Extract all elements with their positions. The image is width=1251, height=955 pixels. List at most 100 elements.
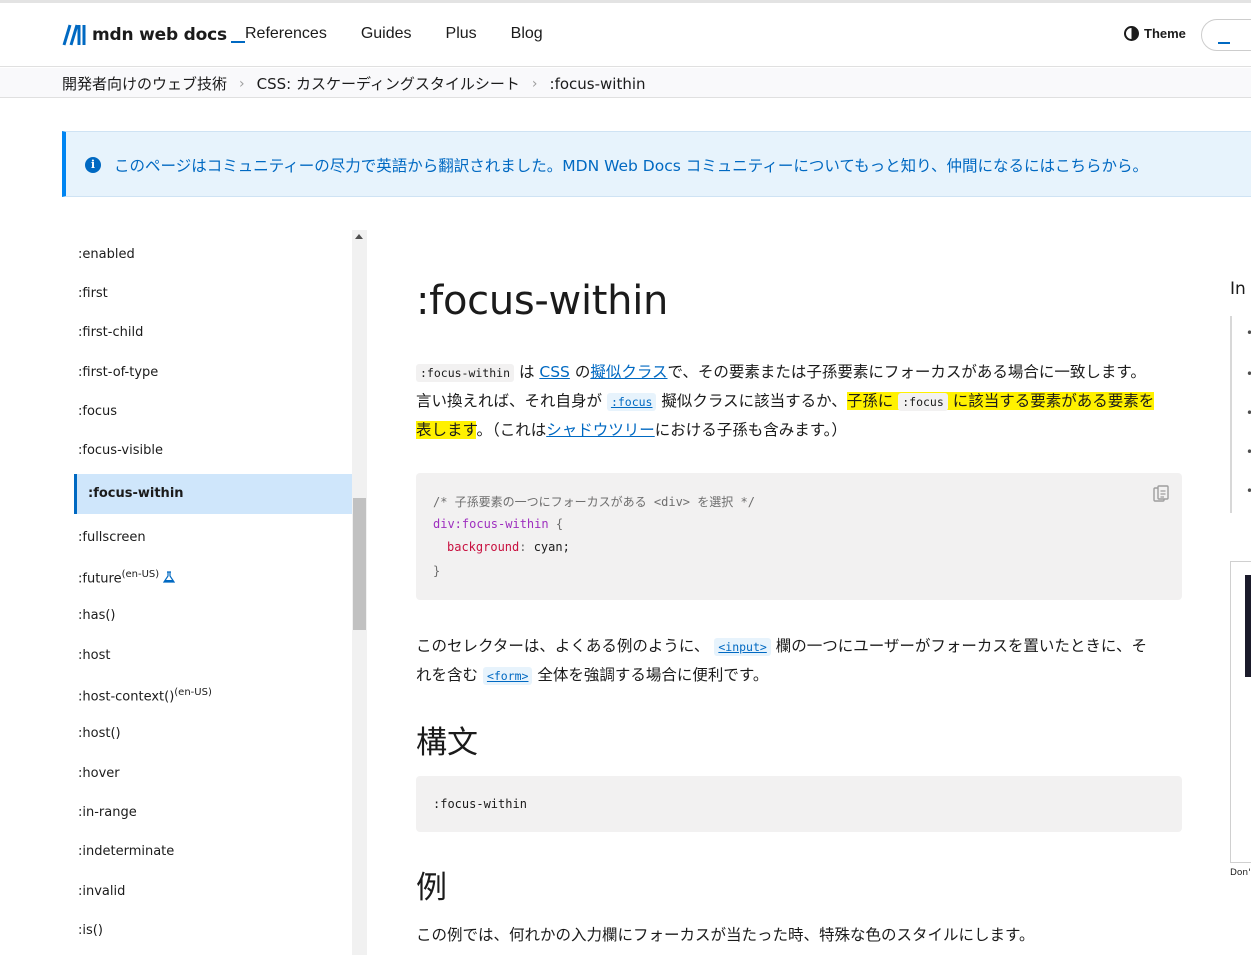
syntax-code: :focus-within — [433, 797, 527, 811]
text: 全体を強調する場合に便利です。 — [532, 666, 769, 684]
text: 子孫に — [846, 392, 899, 410]
text: 擬似クラスに該当するか、 — [656, 392, 847, 410]
sidebar-item-host[interactable]: :host — [78, 648, 110, 663]
sidebar-item-indeterminate[interactable]: :indeterminate — [78, 844, 174, 859]
scroll-up-arrow-icon[interactable] — [355, 234, 363, 239]
sidebar-item-focus-within[interactable]: :focus-within — [74, 474, 352, 514]
ad-footer-text: Don' — [1230, 868, 1251, 878]
translation-notice-banner: i このページはコミュニティーの尽力で英語から翻訳されました。MDN Web D… — [62, 131, 1251, 197]
sidebar-scrollbar[interactable] — [352, 230, 367, 955]
breadcrumb-web-tech[interactable]: 開発者向けのウェブ技術 — [62, 73, 227, 94]
intro-paragraph: :focus-within は CSS の擬似クラスで、その要素または子孫要素に… — [416, 358, 1186, 444]
ad-image — [1245, 575, 1251, 677]
toc-item[interactable]: • — [1246, 445, 1251, 459]
side-ad-frame[interactable] — [1230, 561, 1251, 863]
pseudo-class-link[interactable]: 擬似クラス — [590, 363, 667, 381]
code-property: background — [447, 540, 520, 554]
text: の — [569, 363, 591, 381]
mdn-logo-icon — [62, 24, 86, 46]
sidebar-item-future[interactable]: :future(en-US) — [78, 569, 176, 587]
sidebar-item-focus[interactable]: :focus — [78, 404, 117, 419]
breadcrumb: 開発者向けのウェブ技術 › CSS: カスケーディングスタイルシート › :fo… — [0, 68, 1251, 98]
text: における子孫も含みます。） — [654, 421, 847, 439]
shadow-tree-link[interactable]: シャドウツリー — [546, 421, 655, 439]
sidebar-item-first-of-type[interactable]: :first-of-type — [78, 365, 158, 380]
sidebar-item-hover[interactable]: :hover — [78, 766, 120, 781]
chevron-right-icon: › — [239, 75, 245, 92]
theme-icon — [1124, 26, 1139, 41]
toc-item[interactable]: • — [1246, 367, 1251, 381]
theme-switcher[interactable]: Theme — [1124, 26, 1186, 41]
usage-paragraph: このセレクターは、よくある例のように、 <input> 欄の一つにユーザーがフォ… — [416, 632, 1186, 690]
sidebar-item-has[interactable]: :has() — [78, 608, 116, 623]
toc-item[interactable]: • — [1246, 406, 1251, 420]
toc-rail — [1230, 316, 1232, 513]
inline-code: :focus-within — [416, 364, 515, 382]
syntax-code-block[interactable]: :focus-within — [416, 776, 1182, 832]
example-paragraph: この例では、何れかの入力欄にフォーカスが当たった時、特殊な色のスタイルにします。 — [416, 926, 1035, 944]
nav-plus[interactable]: Plus — [446, 25, 477, 43]
highlighted-text: 子孫に :focus に該当する要素がある要素を — [846, 392, 1155, 411]
info-icon: i — [85, 157, 101, 173]
sidebar-item-host-context[interactable]: :host-context()(en-US) — [78, 687, 212, 704]
code-value: cyan; — [533, 540, 570, 554]
locale-tag: (en-US) — [121, 569, 160, 580]
sidebar-item-label: :host-context() — [78, 689, 175, 705]
form-link[interactable]: <form> — [482, 667, 533, 685]
experimental-flask-icon — [163, 571, 176, 583]
syntax-heading: 構文 — [416, 725, 478, 761]
input-link[interactable]: <input> — [714, 638, 771, 656]
code-line: background: cyan; — [447, 540, 570, 554]
code-brace: } — [433, 564, 441, 578]
search-input[interactable] — [1201, 19, 1251, 51]
breadcrumb-css[interactable]: CSS: カスケーディングスタイルシート — [257, 73, 520, 94]
code-example[interactable]: /* 子孫要素の一つにフォーカスがある <div> を選択 */ div:foc… — [416, 473, 1182, 600]
nav-guides[interactable]: Guides — [361, 25, 412, 43]
sidebar-item-in-range[interactable]: :in-range — [78, 805, 137, 820]
sidebar-item-first-child[interactable]: :first-child — [78, 325, 143, 340]
breadcrumb-current[interactable]: :focus-within — [550, 75, 646, 93]
text: 。（これは — [476, 421, 547, 439]
main-nav: References Guides Plus Blog — [245, 25, 577, 43]
text: に該当する要素がある要素を — [947, 392, 1155, 410]
nav-references[interactable]: References — [245, 25, 327, 43]
nav-blog[interactable]: Blog — [511, 25, 543, 43]
sidebar-item-host-fn[interactable]: :host() — [78, 726, 121, 741]
css-link[interactable]: CSS — [539, 363, 570, 381]
code-brace: { — [548, 517, 564, 531]
theme-label: Theme — [1144, 26, 1186, 41]
sidebar-item-label: :future — [78, 571, 122, 587]
code-colon: : — [519, 540, 534, 554]
search-cursor — [1218, 42, 1230, 44]
focus-link[interactable]: :focus — [606, 393, 657, 411]
site-header: mdn web docs References Guides Plus Blog… — [0, 3, 1251, 67]
sidebar-item-invalid[interactable]: :invalid — [78, 884, 125, 899]
text: 欄の一つにユーザーがフォーカスを置いたときに、そ — [770, 637, 1147, 655]
toc-title: In — [1230, 279, 1246, 299]
scrollbar-thumb[interactable] — [353, 498, 366, 630]
sidebar-item-enabled[interactable]: :enabled — [78, 247, 135, 262]
sidebar-item-is[interactable]: :is() — [78, 923, 103, 938]
toc-item[interactable]: • — [1246, 484, 1251, 498]
chevron-right-icon: › — [531, 75, 538, 92]
text: で、その要素または子孫要素にフォーカスがある場合に一致します。 — [667, 363, 1146, 381]
sidebar-item-label: :focus-within — [88, 486, 184, 501]
sidebar-item-focus-visible[interactable]: :focus-visible — [78, 443, 163, 458]
example-heading: 例 — [416, 870, 447, 906]
mdn-logo[interactable]: mdn web docs — [62, 22, 245, 48]
sidebar-item-fullscreen[interactable]: :fullscreen — [78, 530, 146, 545]
banner-link[interactable]: このページはコミュニティーの尽力で英語から翻訳されました。MDN Web Doc… — [114, 154, 1148, 176]
text: は — [514, 363, 540, 381]
logo-text: mdn web docs — [92, 25, 227, 45]
highlighted-text: 表します — [416, 421, 477, 439]
text: このセレクターは、よくある例のように、 — [416, 637, 715, 655]
page-title: :focus-within — [416, 278, 669, 324]
code-selector: div:focus-within — [433, 517, 549, 531]
copy-icon[interactable] — [1152, 485, 1170, 503]
inline-code: :focus — [898, 393, 948, 411]
code-line: div:focus-within { — [433, 517, 563, 531]
code-comment: /* 子孫要素の一つにフォーカスがある <div> を選択 */ — [433, 495, 755, 509]
sidebar-item-first[interactable]: :first — [78, 286, 108, 301]
sidebar: :enabled :first :first-child :first-of-t… — [62, 230, 352, 955]
toc-item[interactable]: • — [1246, 326, 1251, 340]
